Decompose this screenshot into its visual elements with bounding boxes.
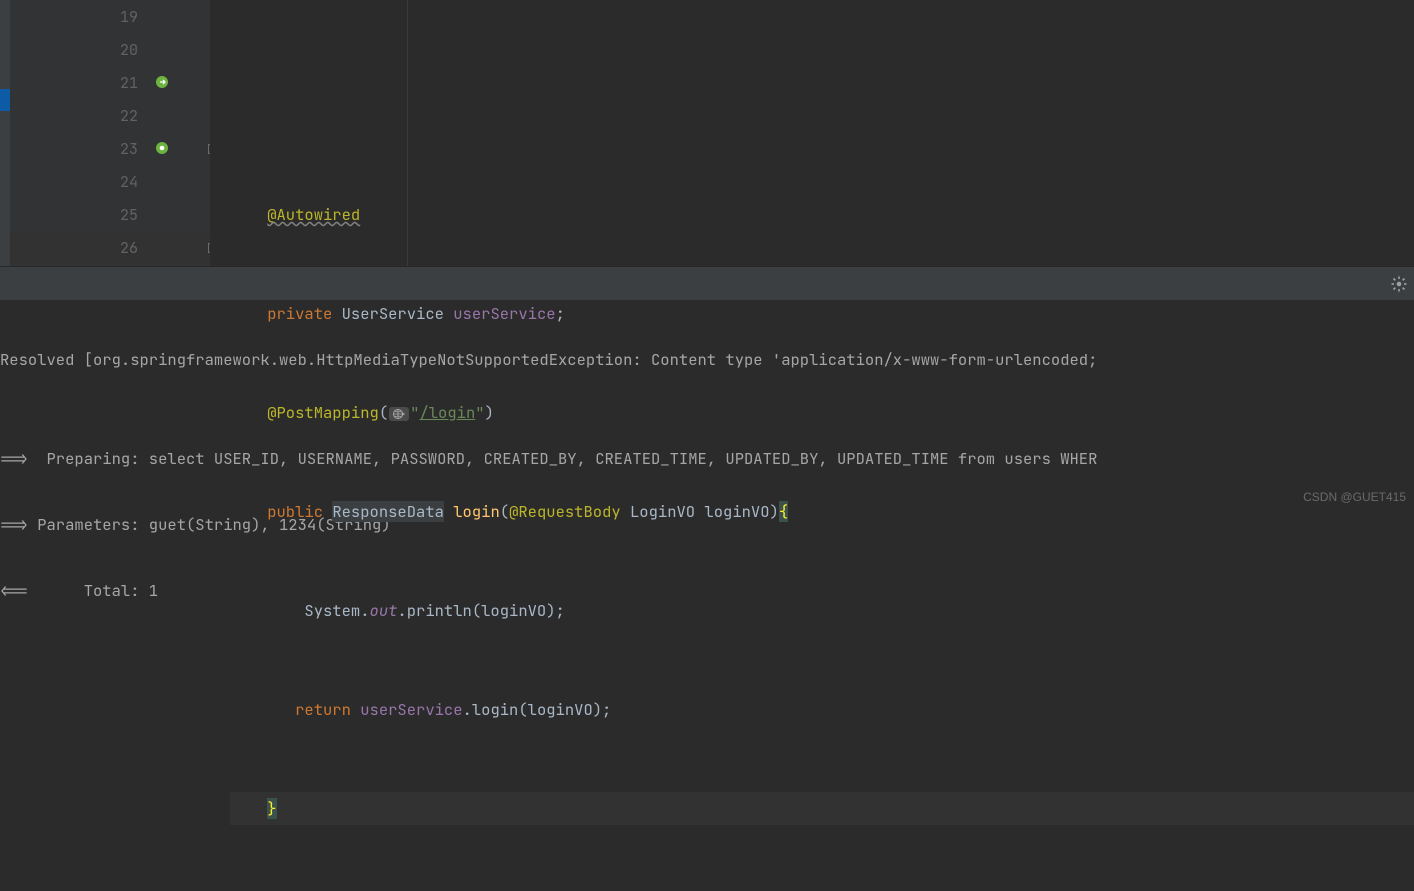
- line-number: 21: [10, 73, 150, 93]
- gutter: 19 20 21 22 23 − 24 25 26 −: [10, 0, 210, 266]
- tool-window-stripe[interactable]: [0, 266, 1414, 300]
- line-number: 19: [10, 7, 150, 27]
- indent-guide: [407, 0, 408, 266]
- code-editor[interactable]: @Autowired private UserService userServi…: [210, 0, 1414, 266]
- static-field: out: [370, 600, 398, 621]
- line-number: 20: [10, 40, 150, 60]
- code-text: .login(loginVO);: [463, 699, 612, 720]
- spring-bean-icon[interactable]: [154, 74, 170, 90]
- gear-icon[interactable]: [1390, 275, 1408, 293]
- punct: ): [485, 402, 494, 423]
- project-panel-sliver: [0, 0, 10, 266]
- line-number: 24: [10, 172, 150, 192]
- code-text: .println(loginVO);: [397, 600, 564, 621]
- annotation: @RequestBody: [509, 501, 621, 522]
- annotation: @PostMapping: [267, 402, 379, 423]
- code-line[interactable]: System.out.println(loginVO);: [230, 594, 1414, 627]
- code-line[interactable]: private UserService userService;: [230, 297, 1414, 330]
- brace: }: [267, 798, 276, 819]
- keyword: return: [295, 699, 351, 720]
- keyword: private: [267, 303, 332, 324]
- code-line[interactable]: return userService.login(loginVO);: [230, 693, 1414, 726]
- punct: ): [770, 501, 779, 522]
- type: LoginVO: [630, 501, 695, 522]
- string: ": [475, 402, 484, 423]
- brace: {: [779, 501, 788, 522]
- code-line[interactable]: public ResponseData login(@RequestBody L…: [230, 495, 1414, 528]
- keyword: public: [267, 501, 323, 522]
- endpoint-icon[interactable]: [154, 140, 170, 156]
- method: login: [453, 501, 500, 522]
- url-globe-icon[interactable]: [389, 407, 409, 421]
- line-number: 26: [10, 238, 150, 258]
- punct: (: [500, 501, 509, 522]
- punct: ;: [556, 303, 565, 324]
- line-number: 25: [10, 205, 150, 225]
- line-number: 22: [10, 106, 150, 126]
- field: userService: [453, 303, 555, 324]
- punct: (: [379, 402, 388, 423]
- editor-area: 19 20 21 22 23 − 24 25 26 − @Autowired p: [0, 0, 1414, 266]
- code-text: System.: [304, 600, 369, 621]
- line-number: 23: [10, 139, 150, 159]
- type: ResponseData: [332, 501, 444, 522]
- project-selection-stripe: [0, 89, 10, 111]
- type: UserService: [342, 303, 444, 324]
- code-line[interactable]: @PostMapping("/login"): [230, 396, 1414, 429]
- watermark: CSDN @GUET415: [1303, 490, 1406, 504]
- url-path[interactable]: /login: [419, 402, 475, 423]
- param: loginVO: [704, 501, 769, 522]
- annotation: @Autowired: [267, 204, 360, 225]
- code-line[interactable]: }: [230, 792, 1414, 825]
- field: userService: [360, 699, 462, 720]
